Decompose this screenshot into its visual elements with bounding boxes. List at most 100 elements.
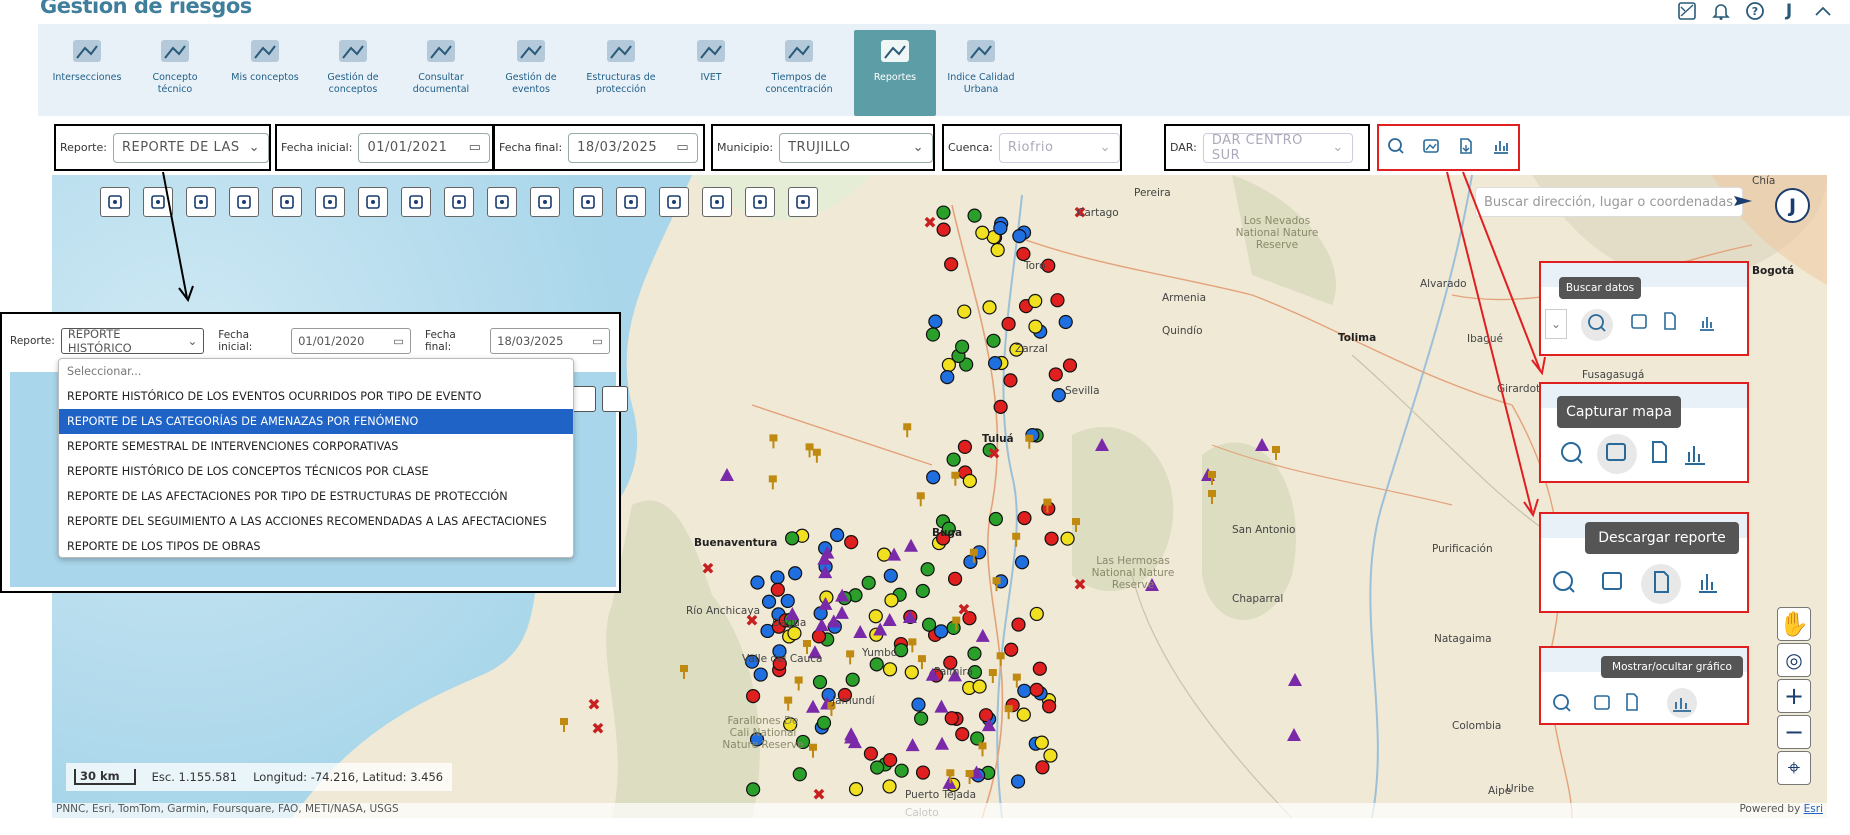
download-report-icon[interactable] <box>1626 693 1638 711</box>
nav-item-2[interactable]: Mis conceptos <box>224 30 306 116</box>
split-icon[interactable] <box>659 187 689 217</box>
event-marker[interactable] <box>1012 228 1027 244</box>
dropdown-option[interactable]: REPORTE HISTÓRICO DE LOS EVENTOS OCURRID… <box>59 384 573 409</box>
layers-icon[interactable] <box>100 187 130 217</box>
event-marker[interactable] <box>761 594 777 609</box>
event-marker[interactable] <box>925 327 941 342</box>
move-icon[interactable] <box>616 187 646 217</box>
dropdown-option[interactable]: REPORTE HISTÓRICO DE LOS CONCEPTOS TÉCNI… <box>59 459 573 484</box>
event-marker[interactable] <box>936 205 951 220</box>
search-icon[interactable] <box>1387 137 1405 158</box>
dar-select[interactable]: DAR CENTRO SUR ⌄ <box>1202 132 1353 163</box>
event-marker[interactable] <box>988 511 1003 527</box>
search-icon[interactable] <box>1553 694 1571 712</box>
cross-marker[interactable]: ✖ <box>1073 575 1086 594</box>
search-icon[interactable] <box>1588 314 1606 332</box>
print-icon[interactable] <box>444 187 474 217</box>
event-marker[interactable] <box>830 527 845 543</box>
event-marker[interactable] <box>915 583 930 599</box>
cross-marker[interactable]: ✖ <box>923 213 936 232</box>
eraser-icon[interactable] <box>315 187 345 217</box>
cross-marker[interactable]: ✖ <box>987 444 1000 463</box>
nav-item-10[interactable]: Indice Calidad Urbana <box>940 30 1022 116</box>
event-marker[interactable] <box>845 672 860 687</box>
capture-map-icon[interactable] <box>1602 572 1622 590</box>
event-marker[interactable] <box>882 779 897 794</box>
nav-item-9[interactable]: Reportes <box>854 30 936 116</box>
event-marker[interactable] <box>1042 699 1057 714</box>
event-marker[interactable] <box>911 697 926 712</box>
zoom-out-button[interactable]: − <box>1777 715 1811 749</box>
nav-item-6[interactable]: Estructuras de protección <box>580 30 662 116</box>
event-marker[interactable] <box>770 582 785 597</box>
event-marker[interactable] <box>926 470 941 485</box>
map-user-avatar[interactable]: J <box>1775 188 1810 223</box>
cross-marker[interactable]: ✖ <box>957 600 970 619</box>
cross-marker[interactable]: ✖ <box>587 695 600 714</box>
dropdown-option[interactable]: REPORTE DE LOS TIPOS DE OBRAS <box>59 534 573 559</box>
nav-item-7[interactable]: IVET <box>670 30 752 116</box>
event-marker[interactable] <box>993 220 1008 236</box>
event-marker[interactable] <box>869 657 884 672</box>
callout-fi-input[interactable]: 01/01/2020 ▭ <box>291 328 411 354</box>
event-marker[interactable] <box>844 535 859 550</box>
event-marker[interactable] <box>978 708 994 723</box>
event-marker[interactable] <box>934 624 949 639</box>
calendar-icon[interactable]: ▭ <box>592 334 603 348</box>
comment-icon[interactable] <box>272 187 302 217</box>
pan-icon[interactable]: ✋ <box>1777 607 1811 641</box>
locate-icon[interactable]: ⌖ <box>1777 751 1811 785</box>
event-marker[interactable] <box>1014 555 1030 570</box>
event-marker[interactable] <box>746 782 761 797</box>
report-type-dropdown[interactable]: Seleccionar... REPORTE HISTÓRICO DE LOS E… <box>58 358 574 558</box>
event-marker[interactable] <box>914 711 929 726</box>
chart-icon[interactable] <box>1685 446 1705 465</box>
event-marker[interactable] <box>1044 531 1059 546</box>
chart-icon[interactable] <box>1492 137 1510 158</box>
event-marker[interactable] <box>750 575 765 590</box>
fecha-final-input[interactable]: 18/03/2025 ▭ <box>568 132 699 163</box>
event-marker[interactable] <box>972 679 987 694</box>
event-marker[interactable] <box>848 782 864 797</box>
dropdown-option[interactable]: REPORTE DEL SEGUIMIENTO A LAS ACCIONES R… <box>59 509 573 534</box>
search-icon[interactable] <box>1561 442 1583 464</box>
event-marker[interactable] <box>868 609 883 624</box>
event-marker[interactable] <box>986 333 1001 348</box>
municipio-select[interactable]: TRUJILLO ⌄ <box>779 132 933 163</box>
event-marker[interactable] <box>1032 661 1047 676</box>
user-initial[interactable]: J <box>1778 0 1800 22</box>
event-marker[interactable] <box>990 242 1005 258</box>
event-marker[interactable] <box>975 225 990 240</box>
event-marker[interactable] <box>770 570 785 585</box>
callout-ff-input[interactable]: 18/03/2025 ▭ <box>490 328 611 354</box>
calendar-icon[interactable]: ▭ <box>676 140 689 155</box>
zoom-in-icon[interactable] <box>702 187 732 217</box>
bell-icon[interactable] <box>1710 0 1732 22</box>
event-marker[interactable] <box>993 399 1008 414</box>
callout-reporte-select[interactable]: REPORTE HISTÓRICO ⌄ <box>60 327 205 355</box>
capture-map-icon[interactable] <box>1422 137 1440 158</box>
event-marker[interactable] <box>1058 314 1073 330</box>
event-marker[interactable] <box>921 617 937 632</box>
event-marker[interactable] <box>1017 683 1032 698</box>
send-icon[interactable] <box>1733 193 1753 212</box>
event-marker[interactable] <box>1060 531 1075 546</box>
event-marker[interactable] <box>1003 373 1018 388</box>
address-search[interactable]: Buscar dirección, lugar o coordenadas <box>1475 187 1753 217</box>
capture-map-icon[interactable] <box>1631 314 1647 329</box>
event-marker[interactable] <box>1028 319 1043 334</box>
event-marker[interactable] <box>882 662 898 677</box>
event-marker[interactable] <box>1050 293 1065 308</box>
basemap-icon[interactable]: ◎ <box>1777 643 1811 677</box>
event-marker[interactable] <box>1029 682 1044 697</box>
event-marker[interactable] <box>1001 316 1016 332</box>
event-marker[interactable] <box>863 746 879 761</box>
chevron-up-icon[interactable] <box>1812 0 1834 22</box>
event-marker[interactable] <box>780 593 795 609</box>
capture-map-icon[interactable] <box>1594 695 1610 710</box>
cross-marker[interactable]: ✖ <box>701 559 714 578</box>
event-marker[interactable] <box>957 439 973 455</box>
nav-item-3[interactable]: Gestión de conceptos <box>312 30 394 116</box>
event-marker[interactable] <box>1051 388 1066 403</box>
event-marker[interactable] <box>920 562 935 577</box>
